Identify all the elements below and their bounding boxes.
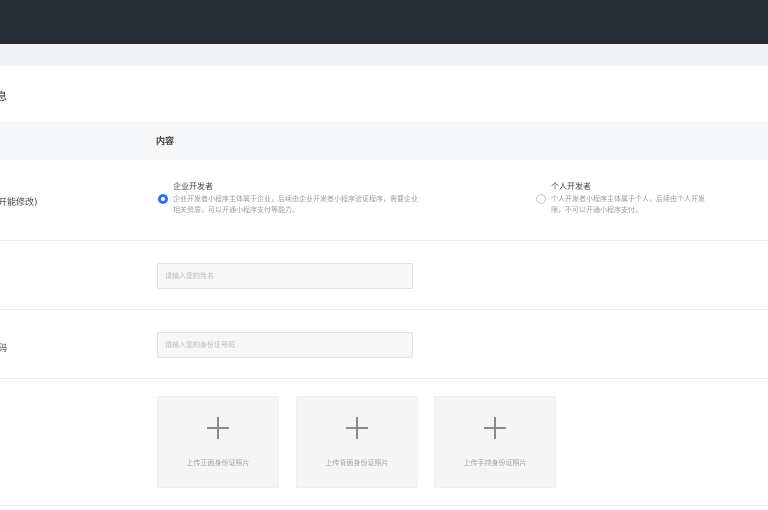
upload-back-id-label: 上传背面身份证照片 [325, 459, 389, 467]
row-divider [0, 240, 768, 241]
content-column-header: 内容 [156, 137, 175, 147]
row-divider [0, 505, 768, 506]
enterprise-developer-title[interactable]: 企业开发者 [173, 181, 213, 192]
row-divider [0, 378, 768, 379]
row-divider [0, 309, 768, 310]
secondary-bar [0, 44, 768, 66]
enterprise-developer-desc-1: 企业开发者小程序主体属于企业，后续由企业开发者小程序验证程序，需要企业 [173, 195, 418, 203]
id-number-label: 码 [0, 344, 8, 354]
personal-developer-title[interactable]: 个人开发者 [551, 181, 591, 192]
plus-icon [346, 417, 368, 439]
upload-handheld-id-button[interactable]: 上传手持身份证照片 [434, 396, 556, 488]
top-navigation-bar [0, 0, 768, 44]
upload-front-id-button[interactable]: 上传正面身份证照片 [157, 396, 279, 488]
name-input[interactable] [157, 263, 413, 289]
plus-icon [207, 417, 229, 439]
plus-icon [484, 417, 506, 439]
table-header [0, 122, 768, 160]
upload-front-id-label: 上传正面身份证照片 [186, 459, 250, 467]
id-number-input[interactable] [157, 332, 413, 358]
personal-developer-desc-1: 个人开发者小程序主体属于个人，后续由个人开发 [551, 195, 705, 203]
personal-developer-desc-2: 限，不可以开通小程序支付。 [551, 206, 642, 214]
enterprise-developer-radio[interactable] [158, 194, 168, 204]
section-title: 息 [0, 90, 7, 103]
upload-handheld-id-label: 上传手持身份证照片 [463, 459, 527, 467]
enterprise-developer-desc-2: 相关资质，可以开通小程序支付等能力。 [173, 206, 299, 214]
developer-type-label: 开能修改) [0, 198, 38, 208]
upload-back-id-button[interactable]: 上传背面身份证照片 [296, 396, 418, 488]
personal-developer-radio[interactable] [536, 194, 546, 204]
